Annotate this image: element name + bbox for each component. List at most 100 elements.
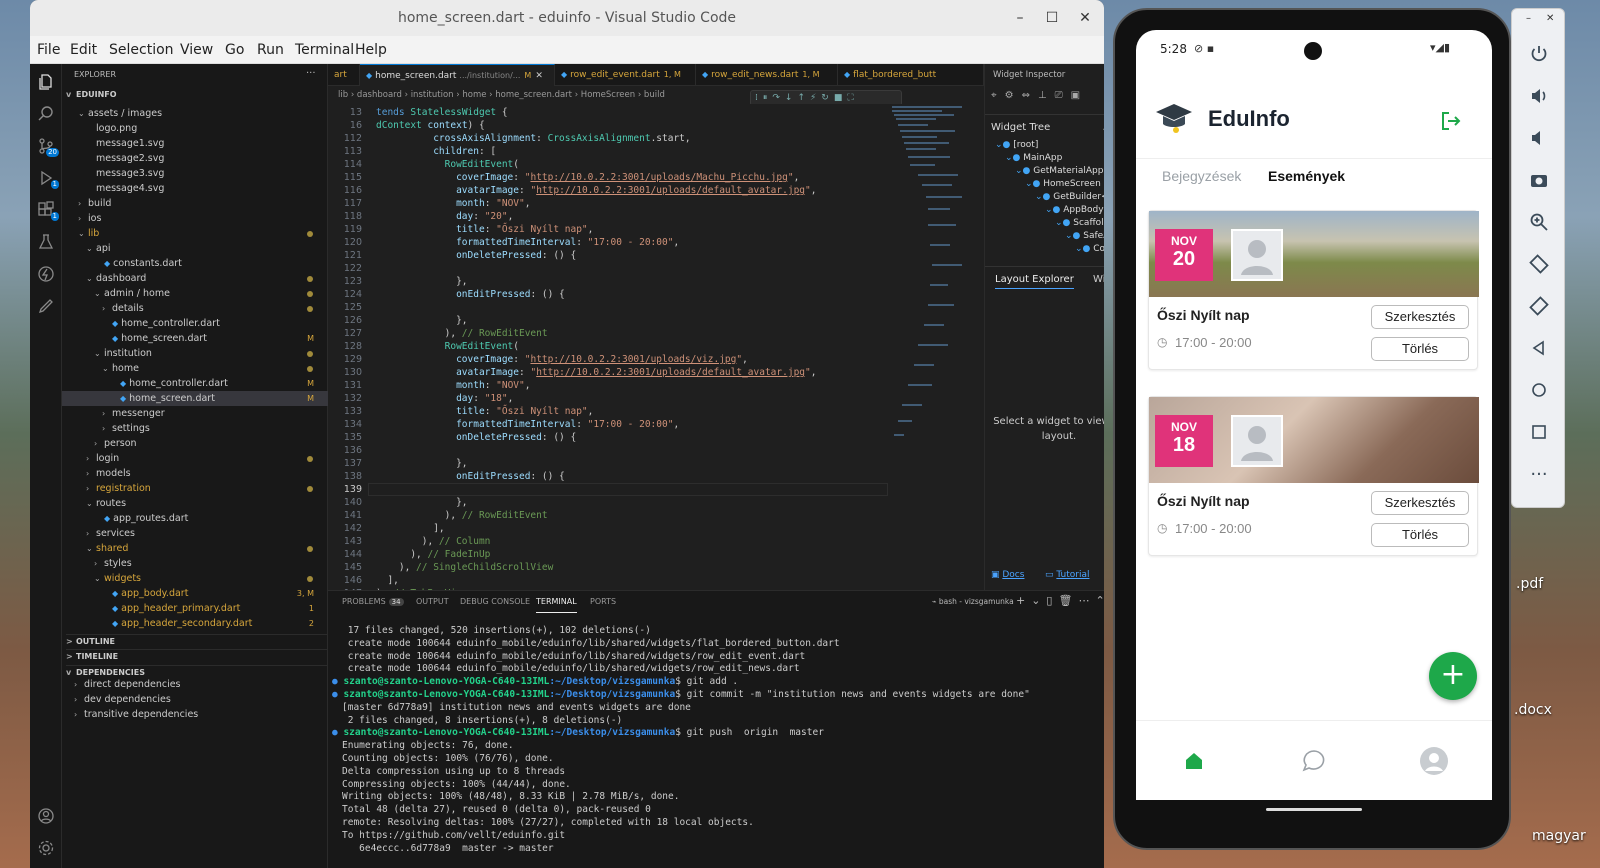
tree-folder[interactable]: ⌄ institution	[62, 346, 328, 361]
tree-folder[interactable]: › person	[62, 436, 328, 451]
emulator-minimize-button[interactable]: –	[1526, 13, 1531, 24]
minimize-button[interactable]: –	[1005, 0, 1035, 36]
tree-folder[interactable]: ⌄ widgets	[62, 571, 328, 586]
tree-folder[interactable]: › styles	[62, 556, 328, 571]
tree-file[interactable]: ◆ home_controller.dart M	[62, 376, 328, 391]
tree-folder[interactable]: ⌄ lib	[62, 226, 328, 241]
code-line[interactable]: ), // RowEditEvent	[376, 509, 548, 522]
gesture-bar[interactable]	[1266, 808, 1362, 811]
tree-file[interactable]: ◆ home_controller.dart	[62, 316, 328, 331]
editor-tab[interactable]: ◆ flat_bordered_butt	[838, 64, 984, 86]
extensions-icon[interactable]: 1	[30, 194, 62, 226]
panel-tab-debug-console[interactable]: DEBUG CONSOLE	[460, 591, 530, 613]
menu-run[interactable]: Run	[252, 36, 289, 64]
terminal-shell-label[interactable]: ⌁ bash - vizsgamunka	[932, 597, 1014, 606]
volume-down-icon[interactable]	[1512, 117, 1566, 159]
code-line[interactable]: tends StatelessWidget {	[376, 106, 508, 119]
widget-inspector-title[interactable]: Widget Inspector	[993, 70, 1065, 80]
tree-folder[interactable]: › login	[62, 451, 328, 466]
widget-tree-node[interactable]: ⌄● HomeScreen	[1025, 179, 1101, 189]
menu-go[interactable]: Go	[220, 36, 249, 64]
code-line[interactable]: coverImage: "http://10.0.2.2:3001/upload…	[376, 353, 748, 366]
tree-folder[interactable]: › settings	[62, 421, 328, 436]
widget-tree-node[interactable]: ⌄● Scaffold	[1055, 218, 1104, 228]
tree-folder[interactable]: › ios	[62, 211, 328, 226]
editor-tab[interactable]: art	[328, 64, 360, 86]
tree-file[interactable]: message1.svg	[62, 136, 328, 151]
minimap[interactable]	[888, 104, 984, 590]
tree-folder[interactable]: › registration	[62, 481, 328, 496]
code-line[interactable]: },	[376, 496, 467, 509]
code-line[interactable]: ), // RowEditEvent	[376, 327, 548, 340]
panel-tab-problems[interactable]: PROBLEMS 34	[342, 591, 404, 613]
code-line[interactable]: onDeletePressed: () {	[376, 249, 576, 262]
tree-folder[interactable]: › details	[62, 301, 328, 316]
panel-tab-ports[interactable]: PORTS	[590, 591, 616, 613]
tree-file[interactable]: ◆ app_body.dart 3, M	[62, 586, 328, 601]
desktop-file-label-docx[interactable]: .docx	[1514, 702, 1552, 718]
tree-folder[interactable]: ⌄ admin / home	[62, 286, 328, 301]
tree-file[interactable]: message2.svg	[62, 151, 328, 166]
tree-file[interactable]: message4.svg	[62, 181, 328, 196]
dependency-group[interactable]: › dev dependencies	[62, 692, 328, 707]
code-editor[interactable]: 13 tends StatelessWidget {16 dContext cont…	[328, 104, 888, 590]
menu-terminal[interactable]: Terminal	[290, 36, 359, 64]
desktop-file-label-magyar[interactable]: magyar	[1532, 828, 1586, 844]
delete-event-button[interactable]: Törlés	[1371, 337, 1469, 361]
run-debug-icon[interactable]: 1	[30, 162, 62, 194]
pen-icon[interactable]	[30, 290, 62, 322]
tree-file[interactable]: ◆ app_header_primary.dart 1	[62, 601, 328, 616]
menu-view[interactable]: View	[175, 36, 218, 64]
code-line[interactable]: title: "Őszi Nyílt nap",	[376, 223, 593, 236]
code-line[interactable]: formattedTimeInterval: "17:00 - 20:00",	[376, 418, 679, 431]
code-line[interactable]: avatarImage: "http://10.0.2.2:3001/uploa…	[376, 184, 816, 197]
rotate-right-icon[interactable]	[1512, 285, 1566, 327]
edit-event-button[interactable]: Szerkesztés	[1371, 305, 1469, 329]
testing-icon[interactable]	[30, 226, 62, 258]
code-line[interactable]: dContext context) {	[376, 119, 485, 132]
code-line[interactable]: RowEditEvent(	[376, 158, 519, 171]
code-line[interactable]: onEditPressed: () {	[376, 470, 565, 483]
editor-tab[interactable]: ◆ row_edit_news.dart 1, M	[696, 64, 838, 86]
tab-widget-details[interactable]: Widget	[1093, 274, 1104, 285]
code-line[interactable]: },	[376, 457, 467, 470]
code-line[interactable]: onDeletePressed: () {	[376, 431, 576, 444]
tree-folder[interactable]: ⌄ api	[62, 241, 328, 256]
chat-nav-icon[interactable]	[1301, 748, 1327, 777]
home-icon[interactable]	[1512, 369, 1566, 411]
tree-file[interactable]: ◆ home_screen.dart M	[62, 391, 328, 406]
code-line[interactable]: ],	[376, 574, 398, 587]
widget-tree-node[interactable]: ⌄● MainApp	[1005, 153, 1062, 163]
code-line[interactable]: avatarImage: "http://10.0.2.2:3001/uploa…	[376, 366, 816, 379]
code-line[interactable]: ), // Column	[376, 535, 491, 548]
volume-up-icon[interactable]	[1512, 75, 1566, 117]
tree-folder[interactable]: › models	[62, 466, 328, 481]
flutter-icon[interactable]	[30, 258, 62, 290]
profile-nav-icon[interactable]	[1419, 746, 1449, 779]
tree-folder[interactable]: ⌄ dashboard	[62, 271, 328, 286]
add-event-button[interactable]: +	[1429, 652, 1477, 700]
tree-file[interactable]: ◆ app_routes.dart	[62, 511, 328, 526]
close-button[interactable]: ✕	[1070, 0, 1100, 36]
maximize-button[interactable]: ☐	[1037, 0, 1067, 36]
tree-file[interactable]: ◆ constants.dart	[62, 256, 328, 271]
rotate-left-icon[interactable]	[1512, 243, 1566, 285]
home-nav-icon[interactable]	[1183, 750, 1205, 775]
account-icon[interactable]	[30, 800, 62, 832]
tree-folder[interactable]: ⌄ routes	[62, 496, 328, 511]
code-line[interactable]: month: "NOV",	[376, 379, 530, 392]
tree-folder[interactable]: ⌄ home	[62, 361, 328, 376]
code-line[interactable]: },	[376, 314, 467, 327]
edit-event-button[interactable]: Szerkesztés	[1371, 491, 1469, 515]
terminal-actions[interactable]: +⌄▯🗑⋯⌃✕	[1016, 594, 1104, 607]
timeline-section[interactable]: > TIMELINE	[66, 649, 328, 661]
code-line[interactable]: day: "20",	[376, 210, 513, 223]
code-line[interactable]: formattedTimeInterval: "17:00 - 20:00",	[376, 236, 679, 249]
emulator-close-button[interactable]: ✕	[1546, 13, 1554, 24]
tree-file[interactable]: logo.png	[62, 121, 328, 136]
tutorial-link[interactable]: ▭ Tutorial	[1045, 570, 1089, 580]
zoom-icon[interactable]	[1512, 201, 1566, 243]
code-line[interactable]: RowEditEvent(	[376, 340, 519, 353]
code-line[interactable]: day: "18",	[376, 392, 513, 405]
widget-tree-node[interactable]: ⌄● GetMaterialApp	[1015, 166, 1103, 176]
